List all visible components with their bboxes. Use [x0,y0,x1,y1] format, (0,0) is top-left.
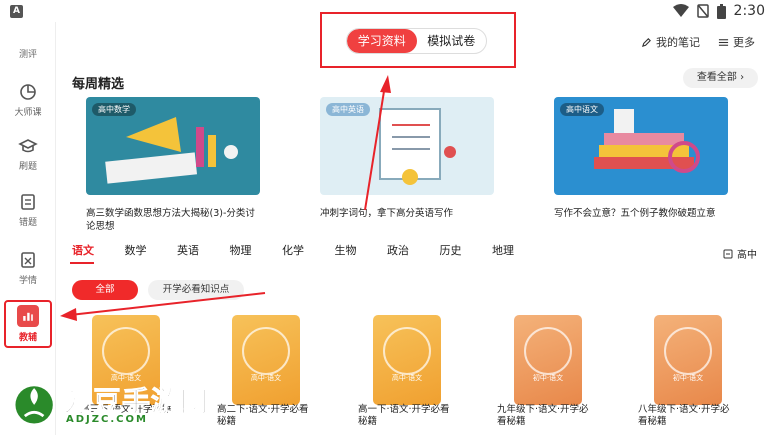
report-icon [21,252,35,268]
card-thumbnail: 高中语文 [554,97,728,195]
no-sim-icon [696,4,709,18]
grade-label: 高中 [737,250,757,261]
sidebar: 测评 大师课 刷题 错题 学情 教辅 [0,22,56,435]
tab-subject[interactable]: 化学 [282,242,335,258]
book-title: 高一下·语文·开学必看秘籍 [358,404,450,427]
app-badge-icon: A [10,5,23,18]
featured-card-english[interactable]: 高中英语 冲刺字词句，拿下高分英语写作 [320,97,494,220]
tab-study-materials[interactable]: 学习资料 [347,29,417,53]
card-thumbnail: 高中数学 [86,97,260,195]
tab-subject[interactable]: 政治 [387,242,440,258]
bar-chart-icon [17,305,39,327]
sidebar-item-learning-status[interactable]: 学情 [4,244,52,292]
status-icons: 2:30 [672,3,765,19]
filter-all-chip[interactable]: 全部 [72,280,138,300]
section-title: 每周精选 [72,77,125,92]
status-time: 2:30 [733,3,765,19]
book-emblem [383,327,431,375]
book-label: 高中·语文 [250,374,282,382]
sidebar-item-label: 教辅 [18,333,37,343]
card-caption: 高三数学函数思想方法大揭秘(3)-分类讨论思想 [86,208,255,232]
graduation-cap-icon [18,139,38,153]
card-caption: 冲刺字词句，拿下高分英语写作 [320,208,454,219]
grade-selector[interactable]: 高中 [723,246,757,261]
sidebar-item-label: 测评 [18,50,37,60]
watermark-logo-icon [15,386,53,424]
sidebar-item-tutoring[interactable]: 教辅 [4,300,52,348]
tab-subject[interactable]: 物理 [230,242,283,258]
top-actions: 我的笔记 更多 [641,34,755,50]
my-notes-button[interactable]: 我的笔记 [641,34,700,50]
list-icon [718,38,729,46]
tab-subject[interactable]: 语文 [72,242,125,258]
battery-icon [716,3,726,19]
more-button[interactable]: 更多 [718,34,755,50]
card-thumbnail: 高中英语 [320,97,494,195]
tab-subject[interactable]: 数学 [125,242,178,258]
tab-subject[interactable]: 历史 [440,242,493,258]
featured-card-math[interactable]: 高中数学 高三数学函数思想方法大揭秘(3)-分类讨论思想 [86,97,260,233]
sidebar-item-mistakes[interactable]: 错题 [4,186,52,234]
more-label: 更多 [733,36,755,49]
watermark-subtitle: ADJZC.COM [66,414,148,425]
my-notes-label: 我的笔记 [656,36,700,49]
book-title: 九年级下·语文·开学必看秘籍 [497,404,589,427]
book-emblem [102,327,150,375]
math-illustration [105,117,238,184]
sidebar-item-label: 错题 [18,218,37,228]
featured-card-chinese[interactable]: 高中语文 写作不会立意？五个例子教你破题立意 [554,97,728,220]
sidebar-item-assessment[interactable]: 测评 [4,28,52,76]
book-cover[interactable]: 高中·语文 [373,315,441,405]
book-emblem [242,327,290,375]
sidebar-item-label: 学情 [18,276,37,286]
book-cover[interactable]: 初中·语文 [654,315,722,405]
book-title: 高二下·语文·开学必看秘籍 [217,404,309,427]
view-all-button[interactable]: 查看全部 › [683,68,758,88]
book-label: 初中·语文 [532,374,564,382]
wifi-icon [672,4,689,17]
top-bar: 学习资料 模拟试卷 我的笔记 更多 [56,12,775,68]
tab-subject[interactable]: 生物 [335,242,388,258]
sidebar-item-label: 大师课 [14,108,42,118]
pie-chart-icon [20,84,36,100]
book-emblem [524,327,572,375]
book-cover[interactable]: 高中·语文 [232,315,300,405]
filter-knowledge-chip[interactable]: 开学必看知识点 [148,280,244,300]
book-label: 高中·语文 [391,374,423,382]
english-illustration [379,108,456,185]
sidebar-item-label: 刷题 [18,162,37,172]
book-label: 初中·语文 [672,374,704,382]
tab-subject[interactable]: 地理 [492,242,545,258]
document-icon [21,194,35,210]
sidebar-item-master-class[interactable]: 大师课 [4,76,52,124]
card-caption: 写作不会立意？五个例子教你破题立意 [554,208,716,219]
content-type-toggle: 学习资料 模拟试卷 [346,28,487,54]
subject-tabs: 语文 数学 英语 物理 化学 生物 政治 历史 地理 [72,242,545,258]
chinese-illustration [594,109,700,173]
book-title: 八年级下·语文·开学必看秘籍 [638,404,730,427]
tab-subject[interactable]: 英语 [177,242,230,258]
book-cover[interactable]: 初中·语文 [514,315,582,405]
tab-mock-exams[interactable]: 模拟试卷 [417,29,487,53]
sidebar-item-practice[interactable]: 刷题 [4,130,52,178]
book-emblem [664,327,712,375]
edit-icon [641,37,651,47]
tab-underline [70,262,94,264]
grade-icon [723,249,733,258]
